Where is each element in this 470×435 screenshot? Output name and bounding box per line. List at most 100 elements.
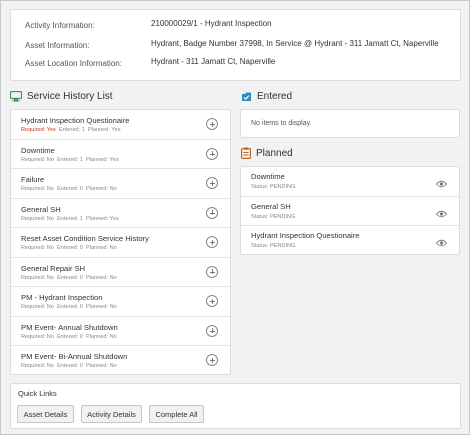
sh-item-name: General Repair SH [21,263,86,273]
sh-item-planned: Planned: Yes [87,127,121,133]
planned-item-name: Downtime [251,172,285,181]
list-item[interactable]: General SH Status: PENDING [241,197,459,226]
location-info-label: Asset Location Information: [25,59,122,68]
planned-heading: Planned [241,147,293,159]
activity-details-button[interactable]: Activity Details [81,405,142,423]
planned-panel: Downtime Status: PENDING General SH Stat… [240,166,460,255]
activity-info-value: 210000029/1 - Hydrant Inspection [151,19,272,28]
sh-item-entered: Entered: 0 [57,245,83,251]
sh-item-entered: Entered: 0 [57,274,83,281]
sh-item-entered: Entered: 0 [57,363,83,369]
sh-item-required: Required: No [21,363,54,369]
sh-item-name: PM Event- Annual Shutdown [21,322,118,332]
add-circle-icon[interactable] [206,324,218,337]
sh-item-name: PM Event- Bi-Annual Shutdown [21,352,128,361]
sh-item-name: Reset Asset Condition Service History [21,234,149,243]
sh-item-meta: Required: No Entered: 0 Planned: No [21,275,117,281]
eye-icon[interactable] [435,234,448,252]
sh-item-planned: Planned: No [86,245,117,251]
sh-item-entered: Entered: 0 [57,304,83,310]
clipboard-icon [241,147,251,159]
sh-item-meta: Required: No Entered: 0 Planned: No [21,334,117,340]
eye-icon[interactable] [435,205,448,223]
planned-item-name: Hydrant Inspection Questionaire [251,231,360,240]
list-item[interactable]: PM Event- Annual Shutdown Required: No E… [11,317,230,346]
list-item[interactable]: Downtime Required: No Entered: 1 Planned… [11,140,230,169]
list-item[interactable]: Hydrant Inspection Questionaire Status: … [241,226,459,256]
add-circle-icon[interactable] [206,177,218,189]
add-circle-icon[interactable] [206,206,218,219]
asset-info-value: Hydrant, Badge Number 37998, In Service … [151,39,439,48]
add-circle-icon[interactable] [206,295,218,307]
sh-item-required: Required: No [21,304,54,310]
sh-item-meta: Required: No Entered: 0 Planned: No [21,304,117,310]
sh-item-planned: Planned: No [86,304,117,310]
sh-item-required: Required: No [21,156,54,163]
planned-item-name: General SH [251,201,291,211]
add-circle-icon[interactable] [206,265,218,278]
sh-item-meta: Required: Yes Entered: 1 Planned: Yes [21,127,121,133]
sh-item-entered: Entered: 1 [58,127,85,133]
list-item[interactable]: General SH Required: No Entered: 1 Plann… [11,199,230,228]
list-item[interactable]: Reset Asset Condition Service History Re… [11,228,230,258]
list-item[interactable]: Failure Required: No Entered: 0 Planned:… [11,169,230,199]
sh-item-planned: Planned: Yes [86,215,119,222]
sh-item-entered: Entered: 1 [57,156,83,163]
sh-item-name: Downtime [21,145,55,155]
sh-item-meta: Required: No Entered: 0 Planned: No [21,245,117,251]
sh-item-meta: Required: No Entered: 0 Planned: No [21,363,117,369]
eye-icon[interactable] [435,175,448,193]
list-item[interactable]: Hydrant Inspection Questionaire Required… [11,110,230,140]
sh-item-entered: Entered: 0 [57,333,83,340]
service-history-title: Service History List [27,91,113,102]
quick-links-panel: Quick Links Asset Details Activity Detai… [10,383,461,429]
list-item[interactable]: Downtime Status: PENDING [241,167,459,197]
sh-item-entered: Entered: 0 [57,186,83,192]
wrench-monitor-icon [10,91,22,102]
list-item[interactable]: PM - Hydrant Inspection Required: No Ent… [11,287,230,317]
asset-details-button[interactable]: Asset Details [17,405,74,423]
info-panel: Activity Information: 210000029/1 - Hydr… [10,9,461,81]
sh-item-planned: Planned: Yes [86,156,119,163]
add-circle-icon[interactable] [206,118,218,130]
page-frame: Activity Information: 210000029/1 - Hydr… [0,0,470,435]
quick-links-title: Quick Links [18,389,57,398]
sh-item-required: Required: No [21,333,54,340]
planned-title: Planned [256,147,293,159]
sh-item-planned: Planned: No [86,363,117,369]
document-check-icon [241,91,252,102]
entered-panel: No items to display. [240,109,460,138]
asset-info-label: Asset Information: [25,41,90,50]
sh-item-required: Required: No [21,215,54,222]
service-history-list: Hydrant Inspection Questionaire Required… [10,109,231,375]
sh-item-meta: Required: No Entered: 0 Planned: No [21,186,117,192]
list-item[interactable]: PM Event- Bi-Annual Shutdown Required: N… [11,346,230,376]
add-circle-icon[interactable] [206,354,218,366]
planned-item-status: Status: PENDING [251,184,296,190]
sh-item-planned: Planned: No [86,186,117,192]
add-circle-icon[interactable] [206,236,218,248]
empty-message: No items to display. [251,120,312,127]
planned-item-status: Status: PENDING [251,243,296,249]
entered-heading: Entered [241,91,292,102]
activity-info-label: Activity Information: [25,21,95,30]
sh-item-name: PM - Hydrant Inspection [21,293,103,302]
planned-item-status: Status: PENDING [251,213,296,220]
sh-item-name: General SH [21,204,61,214]
sh-item-name: Failure [21,175,45,184]
sh-item-meta: Required: No Entered: 1 Planned: Yes [21,157,119,163]
location-info-value: Hydrant - 311 Jamatt Ct, Naperville [151,57,276,66]
list-item[interactable]: General Repair SH Required: No Entered: … [11,258,230,287]
sh-item-entered: Entered: 1 [57,215,83,222]
complete-all-button[interactable]: Complete All [149,405,204,423]
sh-item-planned: Planned: No [86,333,117,340]
service-history-heading: Service History List [10,91,113,102]
sh-item-planned: Planned: No [86,274,117,281]
sh-item-required: Required: No [21,245,54,251]
sh-item-required: Required: Yes [21,127,56,133]
sh-item-name: Hydrant Inspection Questionaire [21,116,130,125]
add-circle-icon[interactable] [206,147,218,160]
sh-item-meta: Required: No Entered: 1 Planned: Yes [21,216,119,222]
entered-title: Entered [257,91,293,102]
sh-item-required: Required: No [21,186,54,192]
